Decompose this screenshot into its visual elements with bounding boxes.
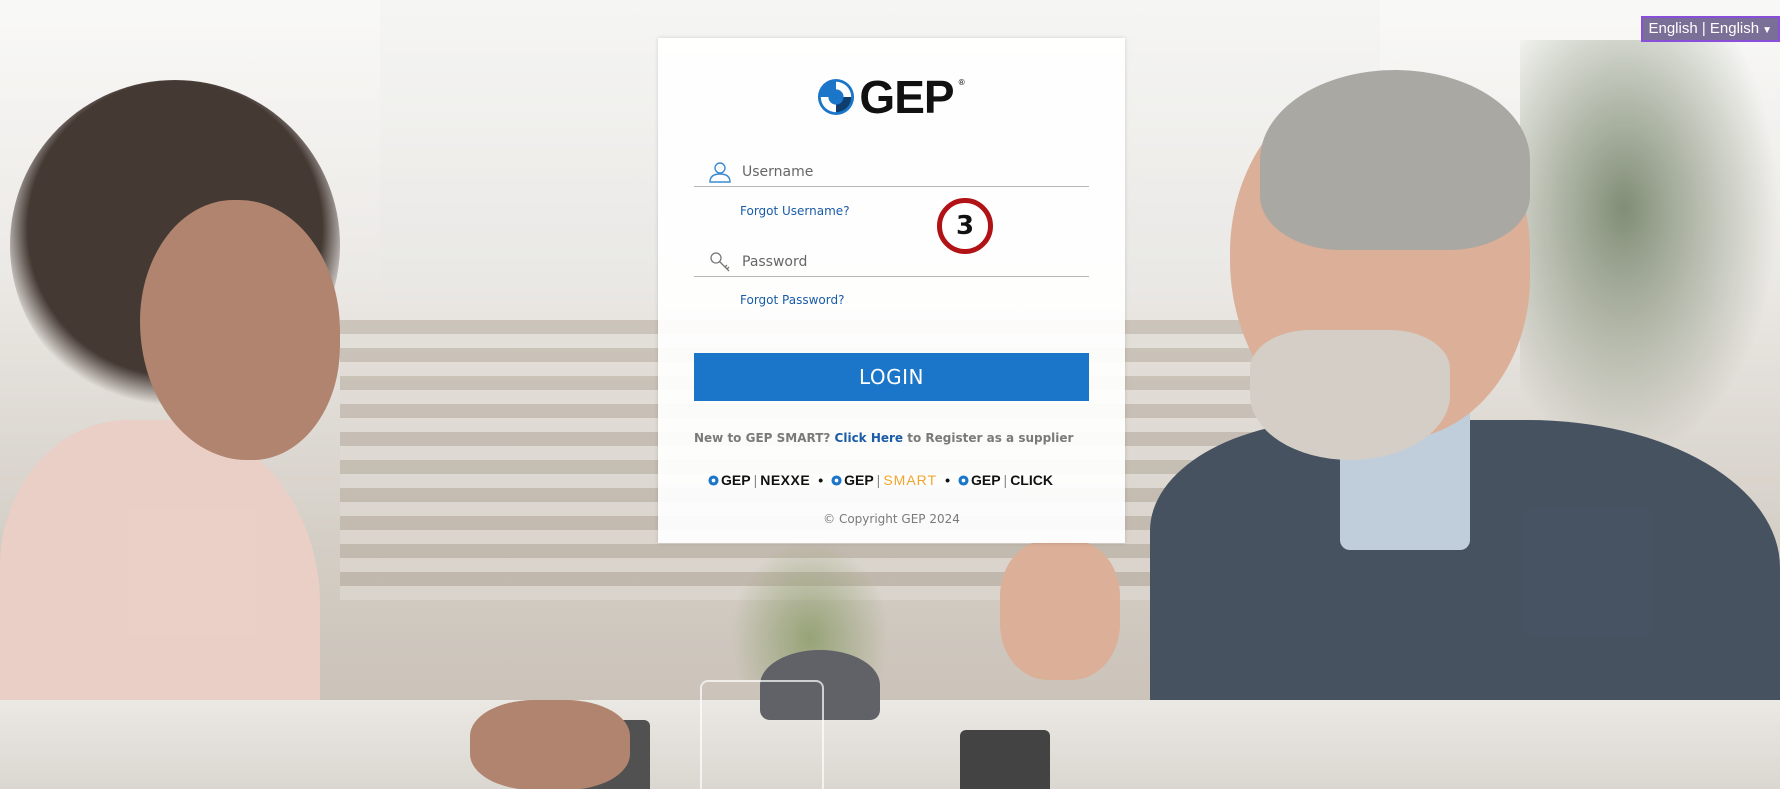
gep-swirl-logo-icon [708,474,719,486]
gep-logo: GEP ® [658,74,1125,120]
step-marker: 3 [937,198,993,254]
key-icon [710,252,730,272]
product-logo-click: GEP | CLICK [958,472,1053,488]
register-text: New to GEP SMART? Click Here to Register… [694,431,1073,445]
login-card: GEP ® Forgot Username? Forgot Password? … [658,38,1125,543]
user-icon [709,162,731,183]
copyright-text: © Copyright GEP 2024 [823,512,960,526]
product-separator: • [945,472,950,488]
username-field [694,156,1089,187]
username-input[interactable] [740,159,1084,185]
chevron-down-icon: ▼ [1762,25,1772,36]
product-logo-smart: GEP | SMART [831,472,937,488]
product-logos: GEP | NEXXE • GEP | SMART • GEP | CLICK [708,472,1053,488]
forgot-username-link[interactable]: Forgot Username? [740,204,850,218]
password-field [694,246,1089,277]
product-separator: • [818,472,824,488]
language-label: English | English [1648,20,1760,37]
gep-swirl-logo-icon [818,78,855,116]
password-input[interactable] [740,249,1084,275]
forgot-password-link[interactable]: Forgot Password? [740,293,844,307]
registered-mark: ® [957,78,966,87]
login-button[interactable]: LOGIN [694,353,1089,401]
gep-swirl-logo-icon [958,474,969,486]
register-link[interactable]: Click Here [835,431,904,445]
product-logo-nexxe: GEP | NEXXE [708,472,810,488]
logo-text: GEP [859,71,954,123]
register-suffix: to Register as a supplier [907,431,1074,445]
language-selector[interactable]: English | English ▼ [1641,16,1780,42]
gep-swirl-logo-icon [831,474,842,486]
register-prefix: New to GEP SMART? [694,431,831,445]
